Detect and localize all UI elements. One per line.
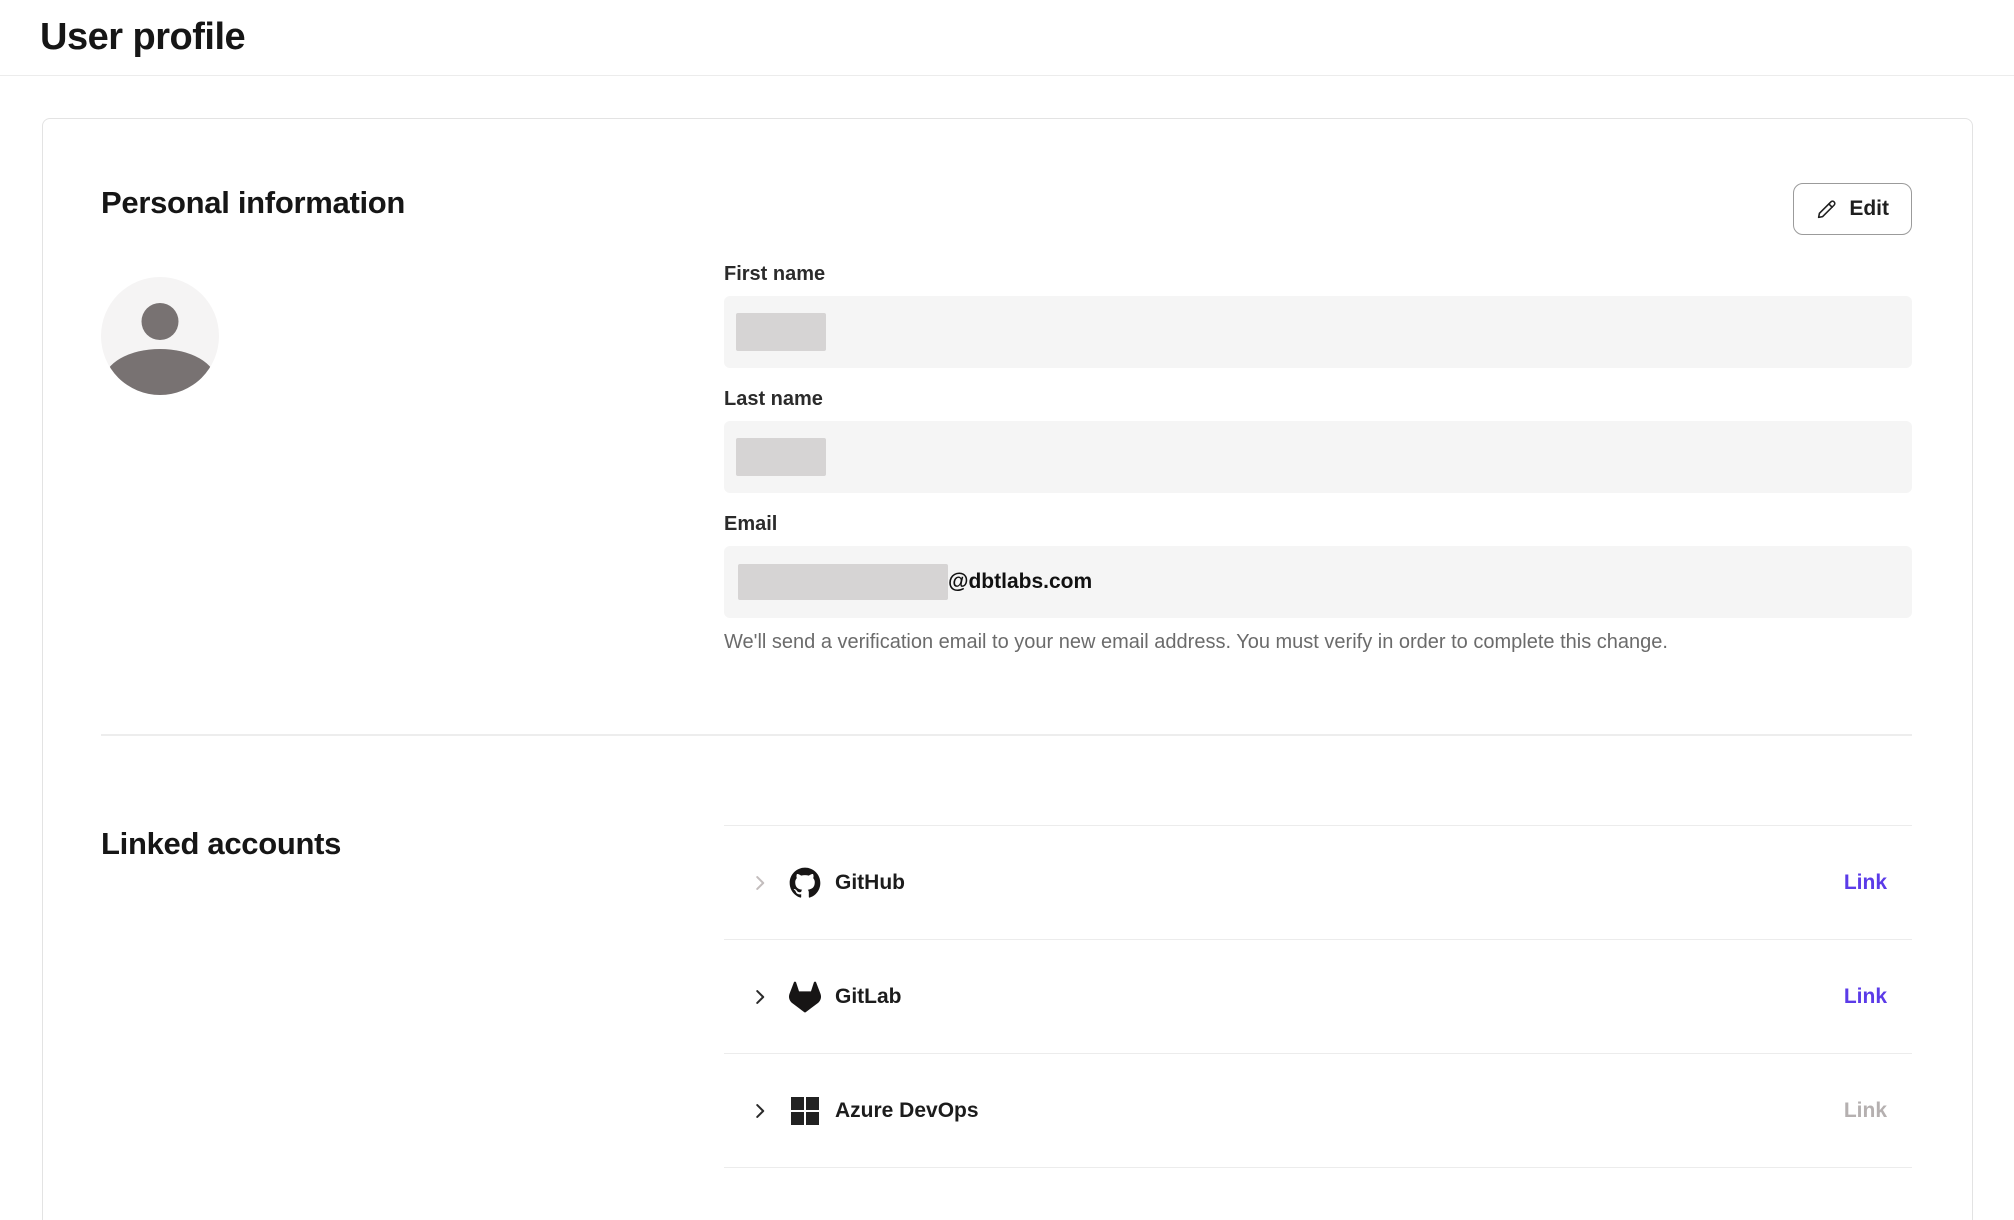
chevron-right-icon[interactable] bbox=[749, 986, 771, 1008]
pencil-icon bbox=[1816, 199, 1837, 220]
first-name-redacted-value bbox=[736, 313, 826, 351]
provider-name: GitLab bbox=[835, 985, 902, 1009]
azure-devops-icon bbox=[789, 1095, 821, 1127]
github-link-action[interactable]: Link bbox=[1844, 871, 1887, 895]
personal-information-body: First name Last name Email @dbtlabs.com … bbox=[101, 263, 1912, 654]
linked-account-row-gitlab: GitLab Link bbox=[724, 940, 1912, 1054]
avatar-column bbox=[101, 263, 724, 654]
chevron-right-icon[interactable] bbox=[749, 1100, 771, 1122]
edit-button[interactable]: Edit bbox=[1793, 183, 1912, 235]
github-icon bbox=[789, 867, 821, 899]
edit-button-label: Edit bbox=[1849, 197, 1889, 221]
personal-information-header: Personal information Edit bbox=[101, 119, 1912, 235]
provider-name: GitHub bbox=[835, 871, 905, 895]
first-name-field[interactable] bbox=[724, 296, 1912, 368]
user-profile-card: Personal information Edit First name bbox=[42, 118, 1973, 1220]
page-header: User profile bbox=[0, 0, 2014, 76]
linked-accounts-section: Linked accounts GitHub Link bbox=[101, 736, 1912, 1168]
email-field[interactable]: @dbtlabs.com bbox=[724, 546, 1912, 618]
provider-name: Azure DevOps bbox=[835, 1099, 979, 1123]
last-name-redacted-value bbox=[736, 438, 826, 476]
person-icon-shoulders bbox=[104, 349, 216, 395]
person-icon bbox=[142, 303, 179, 340]
personal-information-heading: Personal information bbox=[101, 183, 405, 223]
linked-accounts-heading-column: Linked accounts bbox=[101, 736, 724, 1168]
linked-accounts-heading: Linked accounts bbox=[101, 824, 724, 864]
azure-devops-link-action: Link bbox=[1844, 1099, 1887, 1123]
chevron-right-icon[interactable] bbox=[749, 872, 771, 894]
personal-form: First name Last name Email @dbtlabs.com … bbox=[724, 263, 1912, 654]
email-label: Email bbox=[724, 513, 1912, 536]
last-name-label: Last name bbox=[724, 388, 1912, 411]
linked-account-row-azure-devops: Azure DevOps Link bbox=[724, 1054, 1912, 1168]
gitlab-link-action[interactable]: Link bbox=[1844, 985, 1887, 1009]
gitlab-icon bbox=[789, 981, 821, 1013]
linked-accounts-list: GitHub Link GitLab Link bbox=[724, 825, 1912, 1168]
first-name-label: First name bbox=[724, 263, 1912, 286]
page-title: User profile bbox=[40, 16, 245, 59]
avatar bbox=[101, 277, 219, 395]
last-name-field[interactable] bbox=[724, 421, 1912, 493]
linked-account-row-github: GitHub Link bbox=[724, 826, 1912, 940]
email-visible-domain: @dbtlabs.com bbox=[948, 570, 1092, 594]
email-redacted-value bbox=[738, 564, 948, 600]
email-help-text: We'll send a verification email to your … bbox=[724, 631, 1912, 654]
